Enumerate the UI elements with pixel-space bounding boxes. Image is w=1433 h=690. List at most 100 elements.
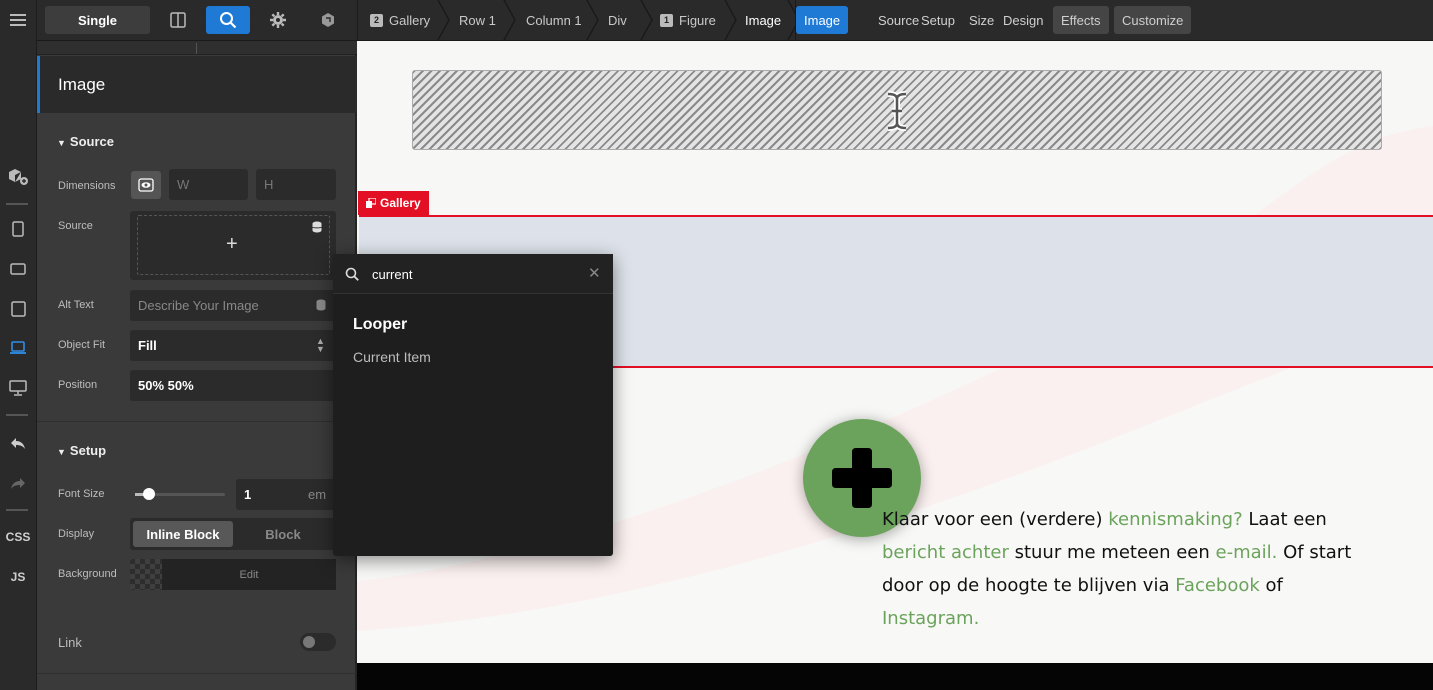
height-input[interactable]: H xyxy=(256,169,336,200)
tablet-icon[interactable] xyxy=(0,294,36,324)
breadcrumb-chevron-icon xyxy=(724,0,737,40)
display-block-option[interactable]: Block xyxy=(233,521,333,547)
panel-header: Image xyxy=(37,56,357,113)
search-icon xyxy=(345,267,359,281)
breadcrumb-item[interactable]: Column 1 xyxy=(526,0,582,40)
tab-image[interactable]: Image xyxy=(796,6,849,34)
font-size-input[interactable]: 1 em xyxy=(236,479,336,510)
rail-divider xyxy=(6,414,28,416)
background-label: Background xyxy=(58,568,117,580)
dynamic-data-icon[interactable] xyxy=(312,221,322,236)
panel-title: Image xyxy=(58,75,106,94)
width-input[interactable]: W xyxy=(169,169,248,200)
cta-link[interactable]: kennismaking? xyxy=(1108,509,1242,530)
setup-section-toggle[interactable]: ▼ Setup xyxy=(57,443,106,458)
cta-link[interactable]: Facebook xyxy=(1175,575,1260,596)
display-label: Display xyxy=(58,528,95,540)
breadcrumb-item[interactable]: 2 Gallery xyxy=(370,0,430,40)
breadcrumb-chevron-icon xyxy=(640,0,653,40)
cta-text: Laat een xyxy=(1242,509,1327,530)
tab-design[interactable]: Design xyxy=(995,6,1051,34)
phone-landscape-icon[interactable] xyxy=(0,254,36,284)
alt-text-label: Alt Text xyxy=(58,299,94,311)
gallery-label-tag[interactable]: Gallery xyxy=(358,191,429,215)
dynamic-data-icon xyxy=(316,299,326,311)
alt-text-input[interactable]: Describe Your Image xyxy=(130,290,336,321)
breadcrumb-chevron-icon xyxy=(586,0,599,40)
add-image-icon[interactable]: + xyxy=(226,233,238,256)
rail-divider xyxy=(6,203,28,205)
setup-section-title: Setup xyxy=(69,443,107,458)
eye-frame-icon xyxy=(138,178,154,192)
add-element-icon[interactable] xyxy=(0,161,36,191)
popup-search-input[interactable]: current xyxy=(372,267,412,282)
gallery-icon xyxy=(366,198,376,208)
layout-columns-icon[interactable] xyxy=(156,6,200,34)
top-toolbar: Single 2 Gallery Row 1 Column 1 Div 1 Figure Im… xyxy=(37,0,1433,41)
breadcrumb-chevron-icon xyxy=(503,0,516,40)
undo-icon[interactable] xyxy=(0,428,36,458)
cta-link[interactable]: e-mail. xyxy=(1216,542,1278,563)
background-edit-button[interactable]: Edit xyxy=(162,559,336,590)
cta-link[interactable]: Instagram. xyxy=(882,608,979,629)
text-cursor-icon xyxy=(884,91,910,134)
source-label: Source xyxy=(58,220,93,232)
breadcrumb-label: Row 1 xyxy=(459,12,496,28)
breadcrumb-chevron-icon xyxy=(437,0,450,40)
position-input[interactable]: 50% 50% xyxy=(130,370,336,401)
source-section-toggle[interactable]: ▼ Source xyxy=(57,134,114,149)
breadcrumb-label: Gallery xyxy=(389,12,431,28)
css-button[interactable]: CSS xyxy=(0,522,36,552)
link-label: Link xyxy=(58,635,82,650)
image-source-picker[interactable]: + xyxy=(130,211,336,280)
select-arrows-icon: ▲ ▼ xyxy=(316,336,325,354)
cta-link[interactable]: bericht achter xyxy=(882,542,1009,563)
toolbar-divider xyxy=(795,0,796,40)
breadcrumb-label: Div xyxy=(608,12,627,28)
phone-portrait-icon[interactable] xyxy=(0,214,36,244)
font-size-slider[interactable] xyxy=(135,488,225,500)
cta-text: of xyxy=(1259,575,1283,596)
search-icon[interactable] xyxy=(206,6,250,34)
font-size-unit[interactable]: em xyxy=(308,487,326,502)
left-rail: CSS JS xyxy=(0,0,37,690)
laptop-icon[interactable] xyxy=(0,333,36,363)
toggle-knob xyxy=(303,636,315,648)
single-template-button[interactable]: Single xyxy=(45,6,150,34)
result-item[interactable]: Current Item xyxy=(353,349,431,365)
desktop-icon[interactable] xyxy=(0,373,36,403)
search-popup: current ✕ Looper Current Item xyxy=(333,254,613,556)
js-button[interactable]: JS xyxy=(0,562,36,592)
breadcrumb-item[interactable]: Image xyxy=(745,0,781,40)
object-fit-label: Object Fit xyxy=(58,339,106,351)
background-swatch[interactable] xyxy=(130,559,162,590)
tab-setup[interactable]: Setup xyxy=(913,6,963,34)
tab-customize[interactable]: Customize xyxy=(1114,6,1192,34)
link-toggle[interactable] xyxy=(300,633,336,651)
result-group-heading: Looper xyxy=(353,316,408,333)
display-toggle-group: Inline Block Block xyxy=(130,518,336,550)
display-inline-block-option[interactable]: Inline Block xyxy=(133,521,233,547)
redo-icon[interactable] xyxy=(0,468,36,498)
close-icon[interactable]: ✕ xyxy=(588,264,601,282)
plus-icon xyxy=(832,448,892,508)
gear-icon[interactable] xyxy=(256,6,300,34)
breadcrumb-count-badge: 1 xyxy=(660,13,673,27)
object-fit-select[interactable]: Fill ▲ ▼ xyxy=(130,330,336,361)
menu-icon[interactable] xyxy=(0,5,36,35)
contact-cta-text: Klaar voor een (verdere) kennismaking? L… xyxy=(882,503,1372,635)
breadcrumb-item[interactable]: Row 1 xyxy=(459,0,496,40)
cta-text: Klaar voor een (verdere) xyxy=(882,509,1109,530)
plugin-hexagon-icon[interactable] xyxy=(306,6,350,34)
canvas-bottom-strip xyxy=(357,663,1433,690)
aspect-ratio-toggle[interactable] xyxy=(131,171,161,199)
tab-effects[interactable]: Effects xyxy=(1053,6,1109,34)
breadcrumb-item[interactable]: 1 Figure xyxy=(660,0,716,40)
breadcrumb-label: Image xyxy=(745,12,782,28)
cta-text: stuur me meteen een xyxy=(1008,542,1216,563)
dimensions-label: Dimensions xyxy=(58,180,116,192)
breadcrumb-label: Column 1 xyxy=(526,12,582,28)
slider-handle[interactable] xyxy=(142,488,155,500)
breadcrumb-item[interactable]: Div xyxy=(608,0,627,40)
position-label: Position xyxy=(58,379,98,391)
